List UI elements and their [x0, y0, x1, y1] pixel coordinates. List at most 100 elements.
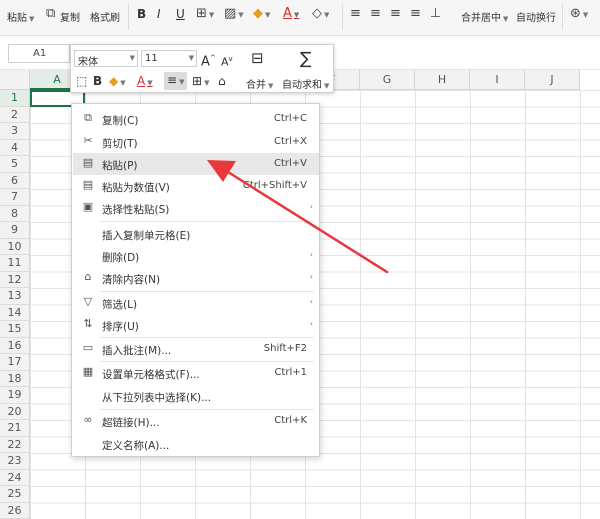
- row-header-7[interactable]: 7: [0, 189, 30, 206]
- row-header-26[interactable]: 26: [0, 502, 30, 519]
- menu-item-sort[interactable]: ⇅ 排序(U) ›: [73, 314, 319, 336]
- copy-button[interactable]: 复制: [60, 9, 80, 24]
- row-header-20[interactable]: 20: [0, 403, 30, 420]
- submenu-arrow-icon: ›: [309, 319, 313, 328]
- column-header-j[interactable]: J: [525, 70, 580, 90]
- font-color-icon[interactable]: A ▼: [283, 6, 299, 21]
- mini-font-color-icon[interactable]: A ▼: [137, 73, 153, 91]
- menu-item-clear-contents[interactable]: ⌂ 清除内容(N) ›: [73, 267, 319, 289]
- column-header-g[interactable]: G: [360, 70, 415, 90]
- menu-item-paste[interactable]: ▤ 粘贴(P) Ctrl+V: [73, 153, 319, 175]
- wrap-text-button[interactable]: 自动换行: [516, 9, 556, 24]
- row-header-5[interactable]: 5: [0, 156, 30, 173]
- row-header-12[interactable]: 12: [0, 271, 30, 288]
- row-header-4[interactable]: 4: [0, 139, 30, 156]
- column-header-i[interactable]: I: [470, 70, 525, 90]
- menu-item-cut[interactable]: ✂ 剪切(T) Ctrl+X: [73, 131, 319, 153]
- link-icon: ∞: [83, 413, 93, 426]
- submenu-arrow-icon: ›: [309, 202, 313, 211]
- menu-item-format-cells[interactable]: ▦ 设置单元格格式(F)... Ctrl+1: [73, 362, 319, 384]
- row-header-8[interactable]: 8: [0, 205, 30, 222]
- paste-icon: ▤: [82, 156, 94, 169]
- row-header-15[interactable]: 15: [0, 321, 30, 338]
- mini-fill-color-icon[interactable]: ◆ ▼: [109, 73, 126, 91]
- ribbon-divider: [342, 4, 343, 30]
- align-center-icon[interactable]: ≡: [410, 6, 421, 21]
- font-size-select[interactable]: 11 ▼: [141, 50, 197, 67]
- align-top-icon[interactable]: ≡: [350, 6, 361, 21]
- menu-item-pick-from-list[interactable]: 从下拉列表中选择(K)...: [73, 385, 319, 407]
- italic-button[interactable]: I: [157, 7, 161, 21]
- menu-item-paste-special[interactable]: ▣ 选择性粘贴(S) ›: [73, 197, 319, 219]
- row-header-13[interactable]: 13: [0, 288, 30, 305]
- ribbon-divider: [128, 4, 129, 30]
- row-header-22[interactable]: 22: [0, 436, 30, 453]
- row-header-6[interactable]: 6: [0, 172, 30, 189]
- ribbon-toolbar: 粘贴 ▼ ⧉ 复制 格式刷 B I U ⊞ ▼ ▨ ▼ ◆ ▼ A ▼ ◇ ▼ ≡ ≡ ≡ …: [0, 0, 600, 36]
- row-header-23[interactable]: 23: [0, 453, 30, 470]
- row-header-11[interactable]: 11: [0, 255, 30, 272]
- ribbon-divider: [562, 4, 563, 30]
- merge-cells-icon[interactable]: ⊟: [251, 49, 264, 67]
- format-cells-icon: ▦: [82, 365, 94, 378]
- shrink-font-button[interactable]: Av: [221, 51, 233, 71]
- menu-item-delete[interactable]: 删除(D) ›: [73, 245, 319, 267]
- row-header-10[interactable]: 10: [0, 238, 30, 255]
- mini-bold-button[interactable]: B: [93, 73, 102, 89]
- format-painter-icon[interactable]: ⬚: [76, 73, 87, 89]
- menu-item-define-name[interactable]: 定义名称(A)...: [73, 433, 319, 455]
- column-header-h[interactable]: H: [415, 70, 470, 90]
- mini-align-center-icon[interactable]: ≡ ▼: [164, 72, 188, 90]
- borders-icon[interactable]: ⊞ ▼: [196, 6, 214, 21]
- row-header-19[interactable]: 19: [0, 387, 30, 404]
- merge-center-button[interactable]: 合并居中 ▼: [461, 9, 508, 24]
- context-menu: ⧉ 复制(C) Ctrl+C ✂ 剪切(T) Ctrl+X ▤ 粘贴(P) Ct…: [71, 103, 320, 457]
- row-header-21[interactable]: 21: [0, 420, 30, 437]
- comment-icon: ▭: [82, 341, 94, 354]
- sort-icon: ⇅: [83, 317, 93, 330]
- menu-item-insert-copied-cells[interactable]: 插入复制单元格(E): [73, 223, 319, 245]
- autosum-button[interactable]: 自动求和 ▼: [282, 76, 329, 91]
- grow-font-button[interactable]: A^: [201, 50, 216, 70]
- number-format-icon[interactable]: ⊛ ▼: [570, 6, 588, 21]
- row-header-1[interactable]: 1: [0, 90, 30, 107]
- format-painter-button[interactable]: 格式刷: [90, 9, 120, 24]
- align-bottom-icon[interactable]: ≡: [390, 6, 401, 21]
- scissors-icon: ✂: [83, 134, 93, 147]
- clear-format-icon[interactable]: ◇ ▼: [312, 6, 329, 21]
- menu-item-filter[interactable]: ▽ 筛选(L) ›: [73, 292, 319, 314]
- row-header-16[interactable]: 16: [0, 337, 30, 354]
- menu-item-hyperlink[interactable]: ∞ 超链接(H)... Ctrl+K: [73, 410, 319, 432]
- row-header-14[interactable]: 14: [0, 304, 30, 321]
- menu-item-copy[interactable]: ⧉ 复制(C) Ctrl+C: [73, 108, 319, 130]
- submenu-arrow-icon: ›: [309, 272, 313, 281]
- row-header-2[interactable]: 2: [0, 106, 30, 123]
- copy-icon: ⧉: [84, 111, 92, 124]
- fill-pattern-icon[interactable]: ▨ ▼: [224, 6, 244, 21]
- bold-button[interactable]: B: [137, 7, 146, 21]
- font-name-select[interactable]: 宋体 ▼: [74, 50, 138, 68]
- align-middle-icon[interactable]: ≡: [370, 6, 381, 21]
- row-header-9[interactable]: 9: [0, 222, 30, 239]
- filter-icon: ▽: [83, 295, 93, 308]
- submenu-arrow-icon: ›: [309, 297, 313, 306]
- underline-button[interactable]: U: [176, 7, 185, 21]
- row-header-18[interactable]: 18: [0, 370, 30, 387]
- row-header-3[interactable]: 3: [0, 123, 30, 140]
- select-all-corner[interactable]: [0, 70, 30, 90]
- copy-icon[interactable]: ⧉: [46, 6, 55, 21]
- menu-item-insert-comment[interactable]: ▭ 插入批注(M)... Shift+F2: [73, 338, 319, 360]
- name-box[interactable]: A1: [8, 44, 70, 63]
- mini-eraser-icon[interactable]: ⌂: [218, 73, 226, 89]
- row-header-24[interactable]: 24: [0, 469, 30, 486]
- menu-item-paste-values[interactable]: ▤ 粘贴为数值(V) Ctrl+Shift+V: [73, 175, 319, 197]
- autosum-icon[interactable]: ∑: [300, 49, 311, 69]
- eraser-icon: ⌂: [84, 270, 92, 283]
- distributed-align-icon[interactable]: ⊥: [430, 6, 441, 21]
- mini-borders-icon[interactable]: ⊞ ▼: [192, 73, 209, 91]
- row-header-25[interactable]: 25: [0, 486, 30, 503]
- row-header-17[interactable]: 17: [0, 354, 30, 371]
- fill-color-icon[interactable]: ◆ ▼: [253, 6, 270, 21]
- paste-button[interactable]: 粘贴 ▼: [7, 9, 34, 24]
- merge-button[interactable]: 合并 ▼: [246, 76, 273, 91]
